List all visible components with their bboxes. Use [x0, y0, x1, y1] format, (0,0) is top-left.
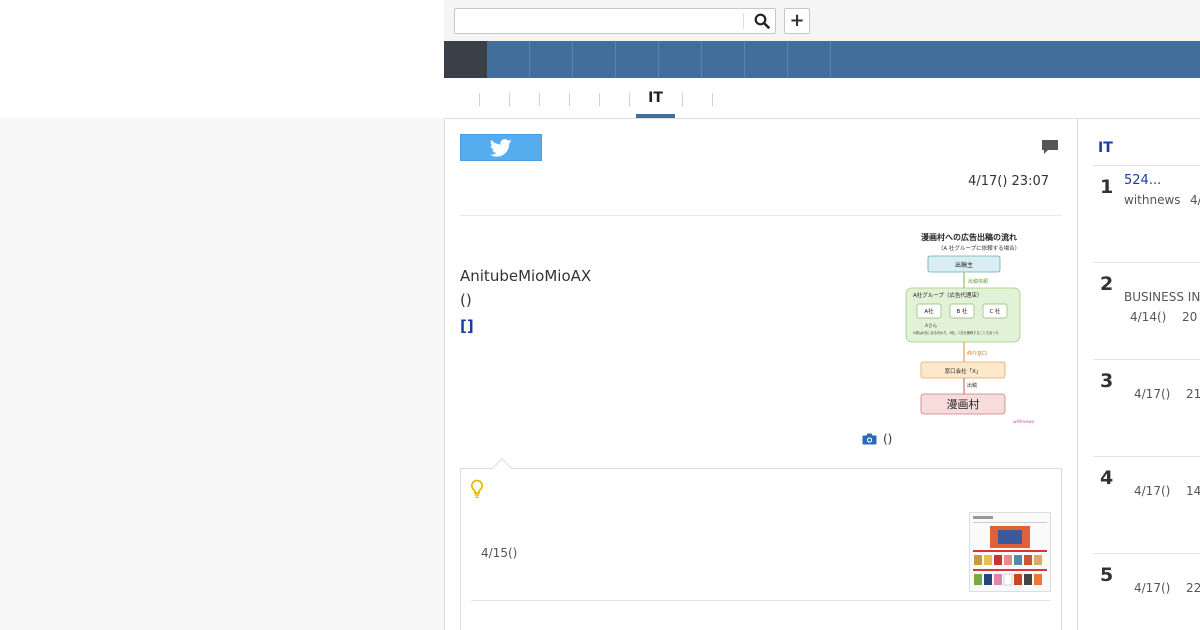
ranking-item-date: 4/17()	[1134, 484, 1171, 498]
tweet-button[interactable]	[460, 134, 542, 161]
ranking-number: 1	[1100, 176, 1114, 198]
article-inline-link[interactable]: []	[460, 317, 474, 335]
ranking-number: 2	[1100, 273, 1114, 295]
search-icon	[754, 13, 770, 29]
nav-item-3[interactable]	[573, 41, 616, 78]
figure-arrow-label: 仲介窓口	[967, 350, 987, 357]
search-separator	[743, 13, 744, 29]
nav-item-5[interactable]	[659, 41, 702, 78]
ranking-item-date: 4/	[1190, 193, 1200, 207]
search-button[interactable]	[747, 9, 777, 33]
photo-caption[interactable]: ()	[862, 432, 892, 446]
ranking-divider	[1093, 456, 1200, 457]
nav-item-1[interactable]	[487, 41, 530, 78]
twitter-bird-icon	[490, 138, 512, 157]
subtab-separator	[682, 93, 683, 106]
search-input[interactable]	[455, 9, 743, 33]
nav-item-6[interactable]	[702, 41, 745, 78]
figure-watermark: withnews	[1013, 419, 1035, 425]
figure-person: Aさん	[925, 322, 938, 329]
figure-subtitle: （A 社グループに依頼する場合）	[938, 244, 1020, 252]
figure-company-c: C 社	[989, 307, 1001, 315]
figure-note: ※実はA社にある代わり、B社、C社を兼務することもあった	[913, 330, 999, 335]
related-articles-box: 4/15()	[460, 458, 1062, 630]
related-article-date: 4/15()	[481, 546, 518, 560]
figure-arrow-label: 出稿	[967, 382, 977, 389]
figure-arrow-label: 出稿依頼	[968, 278, 988, 285]
ranking-item-date: 4/17()	[1134, 581, 1171, 595]
nav-item-2[interactable]	[530, 41, 573, 78]
category-navbar	[444, 41, 1200, 78]
ranking-item-time: 21	[1186, 387, 1200, 401]
subtab-separator	[539, 93, 540, 106]
ranking-divider	[1093, 165, 1200, 166]
ranking-number: 5	[1100, 564, 1114, 586]
subtab-separator	[479, 93, 480, 106]
nav-item-home[interactable]	[444, 41, 487, 78]
ranking-item-time: 20	[1182, 310, 1198, 324]
subtab-separator	[569, 93, 570, 106]
figure-company-b: B 社	[956, 307, 968, 315]
photo-caption-text: ()	[883, 432, 893, 446]
sub-tabs: IT	[444, 78, 1200, 118]
ranking-number: 4	[1100, 467, 1114, 489]
article-divider	[460, 215, 1062, 216]
ranking-item-date: 4/17()	[1134, 387, 1171, 401]
ranking-item-time: 22	[1186, 581, 1200, 595]
subtab-separator	[599, 93, 600, 106]
ranking-divider	[1093, 359, 1200, 360]
camera-icon	[862, 433, 877, 445]
article-body-line: AnitubeMioMioAX	[460, 267, 592, 285]
search-box	[454, 8, 776, 34]
figure-box-advertiser: 出稿主	[955, 261, 973, 269]
ranking-title: IT	[1098, 140, 1113, 156]
subtab-separator	[509, 93, 510, 106]
article-body-line: ()	[460, 291, 472, 309]
nav-item-8[interactable]	[788, 41, 831, 78]
article-datetime: 4/17() 23:07	[968, 174, 1049, 189]
tab-it[interactable]: IT	[636, 78, 675, 118]
related-divider	[471, 600, 1051, 601]
lightbulb-icon	[471, 479, 483, 498]
comment-icon[interactable]	[1041, 139, 1059, 155]
figure-title: 漫画村への広告出稿の流れ	[921, 232, 1017, 242]
ranking-item-date: 4/14()	[1130, 310, 1167, 324]
article-figure-diagram[interactable]: 漫画村への広告出稿の流れ （A 社グループに依頼する場合） 出稿主 出稿依頼 A…	[901, 231, 1037, 427]
add-button[interactable]: +	[784, 8, 810, 34]
subtab-separator	[629, 93, 630, 106]
ranking-number: 3	[1100, 370, 1114, 392]
related-box-notch	[492, 458, 512, 478]
figure-box-site: 漫画村	[947, 397, 980, 411]
ranking-item-title[interactable]: 524...	[1124, 173, 1161, 188]
ranking-item-source: BUSINESS IN	[1124, 290, 1200, 304]
figure-company-a: A社	[924, 307, 934, 315]
article-main: 4/17() 23:07 AnitubeMioMioAX () [] 漫画村への…	[444, 119, 1078, 630]
nav-item-7[interactable]	[745, 41, 788, 78]
related-article-thumbnail[interactable]	[969, 512, 1051, 592]
ranking-item-source: withnews	[1124, 193, 1181, 207]
ranking-divider	[1093, 262, 1200, 263]
ranking-item-time: 14	[1186, 484, 1200, 498]
ranking-sidebar: IT 1 524... withnews 4/ 2 BUSINESS IN 4/…	[1078, 119, 1200, 630]
figure-box-window: 窓口会社「X」	[945, 367, 982, 375]
figure-group-title: A社グループ（広告代理店）	[913, 291, 982, 299]
subtab-separator	[712, 93, 713, 106]
header-bar: +	[444, 0, 1200, 41]
nav-item-4[interactable]	[616, 41, 659, 78]
ranking-divider	[1093, 553, 1200, 554]
